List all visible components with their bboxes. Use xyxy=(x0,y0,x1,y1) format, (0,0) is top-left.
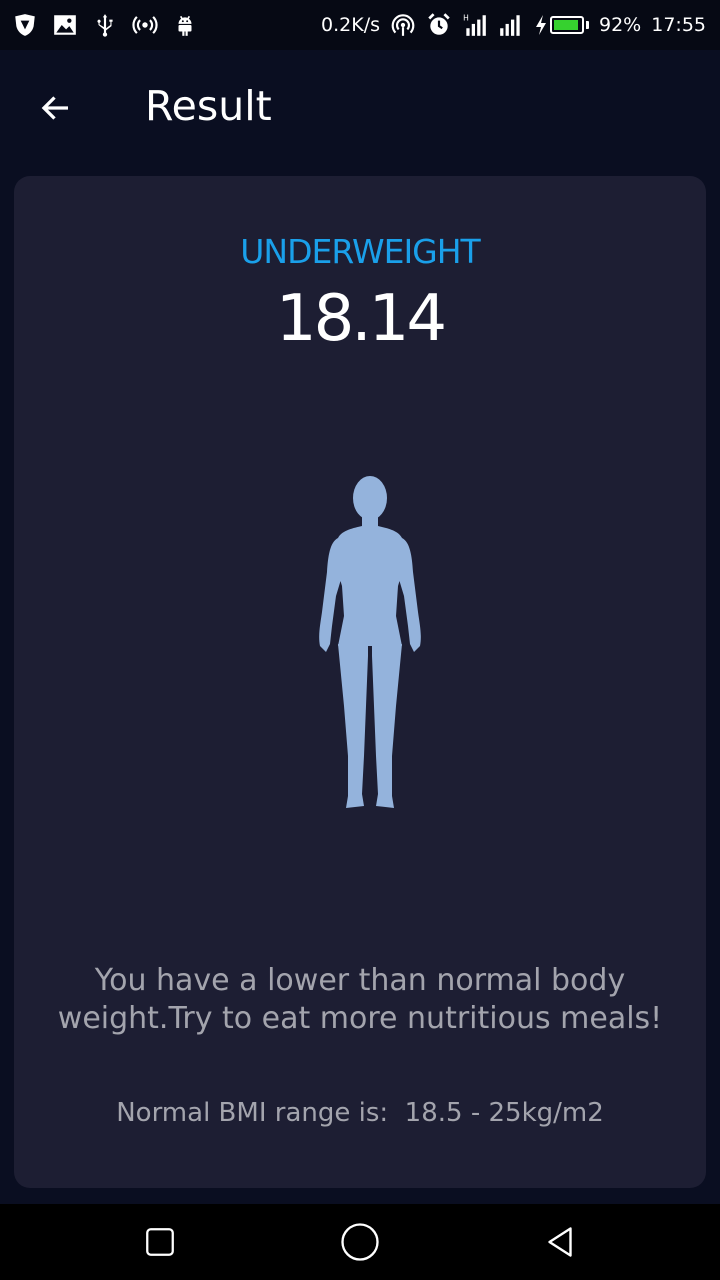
battery-icon xyxy=(534,13,589,37)
shield-icon xyxy=(15,14,35,36)
android-icon xyxy=(178,15,192,36)
signal-icon xyxy=(500,15,520,36)
battery-percent: 92% xyxy=(599,14,642,36)
hotspot-icon xyxy=(391,14,415,36)
app-bar: Result xyxy=(0,50,720,162)
status-bar: 0.2K/s H 92% 17:55 xyxy=(0,0,720,50)
bmi-value: 18.14 xyxy=(275,282,447,356)
status-icons-left xyxy=(12,10,198,40)
result-message: You have a lower than normal body weight… xyxy=(57,963,663,1036)
screen: 0.2K/s H 92% 17:55 Result UNDERWEIGHT 18… xyxy=(0,0,720,1280)
alarm-icon xyxy=(428,13,450,35)
human-body-icon xyxy=(319,476,421,808)
home-button[interactable] xyxy=(340,1222,380,1262)
clock: 17:55 xyxy=(651,14,706,36)
svg-text:H: H xyxy=(463,14,469,23)
back-button[interactable] xyxy=(32,84,80,132)
result-card: UNDERWEIGHT 18.14 You have a lower than … xyxy=(14,176,706,1188)
bmi-category: UNDERWEIGHT xyxy=(240,232,480,271)
signal-icon: H xyxy=(463,14,486,36)
image-icon xyxy=(54,15,76,35)
usb-icon xyxy=(97,14,113,37)
home-circle-icon xyxy=(341,1223,379,1261)
arrow-left-icon xyxy=(41,96,68,120)
navigation-bar xyxy=(0,1204,720,1280)
system-back-button[interactable] xyxy=(540,1222,580,1262)
broadcast-icon xyxy=(132,16,158,34)
status-icons-right: 0.2K/s H 92% 17:55 xyxy=(321,10,706,40)
battery-level xyxy=(554,20,578,30)
net-speed: 0.2K/s xyxy=(321,14,380,36)
normal-range-text: Normal BMI range is: 18.5 - 25kg/m2 xyxy=(116,1098,604,1128)
page-title: Result xyxy=(145,82,272,130)
back-triangle-icon xyxy=(548,1227,572,1257)
charging-icon xyxy=(536,15,546,35)
recents-square-icon xyxy=(146,1228,174,1256)
recents-button[interactable] xyxy=(140,1222,180,1262)
